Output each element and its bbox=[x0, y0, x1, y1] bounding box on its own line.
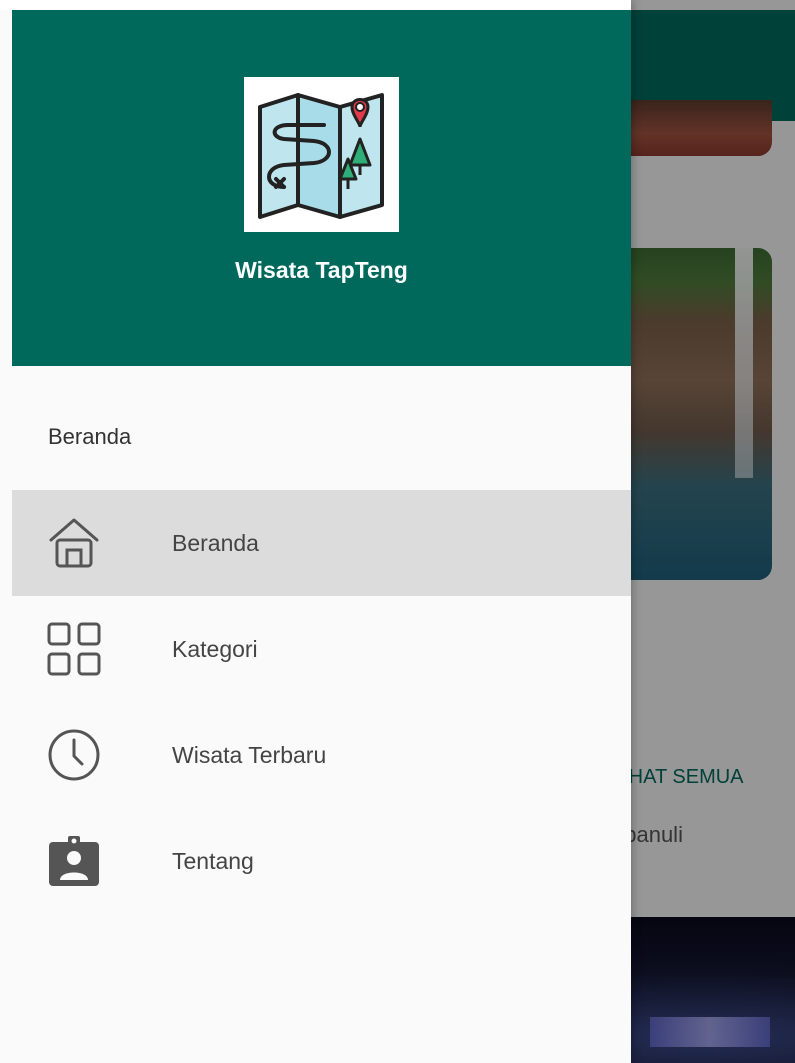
home-icon bbox=[47, 516, 101, 570]
nav-item-kategori[interactable]: Kategori bbox=[12, 596, 631, 702]
map-icon bbox=[258, 93, 384, 219]
nav-item-tentang[interactable]: Tentang bbox=[12, 808, 631, 914]
nav-label-kategori: Kategori bbox=[172, 635, 258, 662]
drawer-header: Wisata TapTeng bbox=[12, 10, 631, 366]
status-bar bbox=[0, 0, 631, 10]
navigation-drawer: Wisata TapTeng Beranda Beranda Kategori bbox=[0, 0, 631, 1063]
clock-icon bbox=[47, 728, 101, 782]
app-logo bbox=[244, 77, 399, 232]
app-name: Wisata TapTeng bbox=[235, 257, 408, 283]
nav-item-wisata-terbaru[interactable]: Wisata Terbaru bbox=[12, 702, 631, 808]
nav-label-wisata-terbaru: Wisata Terbaru bbox=[172, 741, 327, 768]
nav-label-beranda: Beranda bbox=[172, 529, 259, 556]
grid-icon bbox=[47, 622, 101, 676]
drawer-section-title: Beranda bbox=[48, 424, 132, 449]
contact-badge-icon bbox=[47, 834, 101, 888]
nav-item-beranda[interactable]: Beranda bbox=[12, 490, 631, 596]
nav-label-tentang: Tentang bbox=[172, 847, 254, 874]
